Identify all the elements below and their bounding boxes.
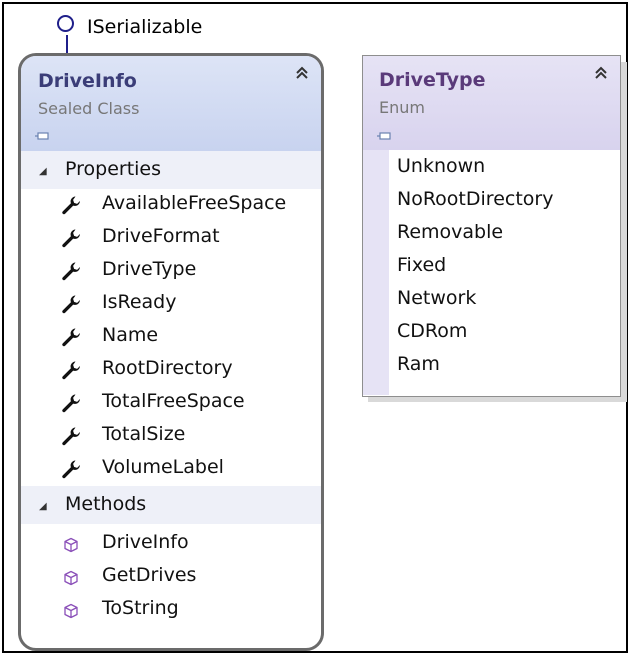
property-label: IsReady (102, 291, 177, 313)
property-row[interactable]: TotalFreeSpace (21, 387, 321, 420)
enum-value-label: Unknown (397, 155, 486, 177)
section-label: Properties (65, 158, 162, 180)
wrench-icon (61, 195, 81, 215)
wrench-icon (61, 426, 81, 446)
diagram-canvas: ISerializable DriveInfo Sealed Class ◢ P… (2, 2, 628, 653)
property-row[interactable]: RootDirectory (21, 354, 321, 387)
enum-value-label: Fixed (397, 254, 447, 276)
method-label: ToString (102, 597, 179, 619)
details-toggle-icon[interactable] (35, 126, 49, 140)
double-chevron-up-icon[interactable] (295, 66, 309, 83)
triangle-expanded-icon[interactable]: ◢ (39, 166, 47, 177)
enum-header[interactable]: DriveType Enum (363, 56, 620, 150)
property-row[interactable]: DriveType (21, 255, 321, 288)
cube-icon (63, 602, 83, 622)
class-driveinfo[interactable]: DriveInfo Sealed Class ◢ Properties Avai… (18, 53, 324, 651)
property-row[interactable]: DriveFormat (21, 222, 321, 255)
interface-lollipop-icon (57, 15, 74, 32)
enum-value-row[interactable]: NoRootDirectory (363, 185, 620, 218)
enum-value-row[interactable]: Unknown (363, 152, 620, 185)
enum-value-row[interactable]: Fixed (363, 251, 620, 284)
enum-value-row[interactable]: Removable (363, 218, 620, 251)
enum-name: DriveType (379, 69, 486, 91)
cube-icon (63, 569, 83, 589)
class-header[interactable]: DriveInfo Sealed Class (21, 56, 321, 151)
enum-value-row[interactable]: Ram (363, 350, 620, 383)
wrench-icon (61, 261, 81, 281)
enum-drivetype[interactable]: DriveType Enum Unknown NoRootDirectory Rem… (362, 55, 621, 397)
property-list: AvailableFreeSpace DriveFormat DriveType Is… (21, 189, 321, 486)
method-label: DriveInfo (102, 531, 189, 553)
interface-connector (66, 35, 68, 54)
wrench-icon (61, 327, 81, 347)
triangle-expanded-icon[interactable]: ◢ (39, 501, 47, 512)
enum-value-label: Network (397, 287, 477, 309)
wrench-icon (61, 393, 81, 413)
method-row[interactable]: DriveInfo (21, 528, 321, 561)
class-kind: Sealed Class (38, 99, 140, 118)
interface-label: ISerializable (87, 16, 203, 38)
property-label: DriveFormat (102, 225, 220, 247)
enum-value-list: Unknown NoRootDirectory Removable Fixed Netw… (363, 150, 620, 383)
method-list: DriveInfo GetDrives ToString (21, 524, 321, 627)
enum-value-row[interactable]: Network (363, 284, 620, 317)
property-label: AvailableFreeSpace (102, 192, 287, 214)
property-label: Name (102, 324, 159, 346)
class-name: DriveInfo (38, 70, 137, 92)
property-label: DriveType (102, 258, 197, 280)
method-row[interactable]: ToString (21, 594, 321, 627)
wrench-icon (61, 459, 81, 479)
enum-kind: Enum (379, 98, 425, 117)
property-row[interactable]: VolumeLabel (21, 453, 321, 486)
property-row[interactable]: IsReady (21, 288, 321, 321)
cube-icon (63, 536, 83, 556)
section-methods[interactable]: ◢ Methods (21, 486, 321, 524)
wrench-icon (61, 294, 81, 314)
property-label: TotalFreeSpace (102, 390, 245, 412)
enum-value-label: Ram (397, 353, 440, 375)
enum-value-row[interactable]: CDRom (363, 317, 620, 350)
property-label: VolumeLabel (102, 456, 224, 478)
section-properties[interactable]: ◢ Properties (21, 151, 321, 189)
property-label: TotalSize (102, 423, 186, 445)
enum-body: Unknown NoRootDirectory Removable Fixed Netw… (363, 150, 620, 395)
enum-value-label: NoRootDirectory (397, 188, 554, 210)
section-label: Methods (65, 493, 147, 515)
details-toggle-icon[interactable] (377, 126, 391, 140)
property-row[interactable]: Name (21, 321, 321, 354)
property-label: RootDirectory (102, 357, 233, 379)
enum-value-label: Removable (397, 221, 504, 243)
double-chevron-up-icon[interactable] (594, 66, 608, 83)
method-row[interactable]: GetDrives (21, 561, 321, 594)
property-row[interactable]: AvailableFreeSpace (21, 189, 321, 222)
wrench-icon (61, 360, 81, 380)
enum-value-label: CDRom (397, 320, 468, 342)
method-label: GetDrives (102, 564, 197, 586)
wrench-icon (61, 228, 81, 248)
property-row[interactable]: TotalSize (21, 420, 321, 453)
